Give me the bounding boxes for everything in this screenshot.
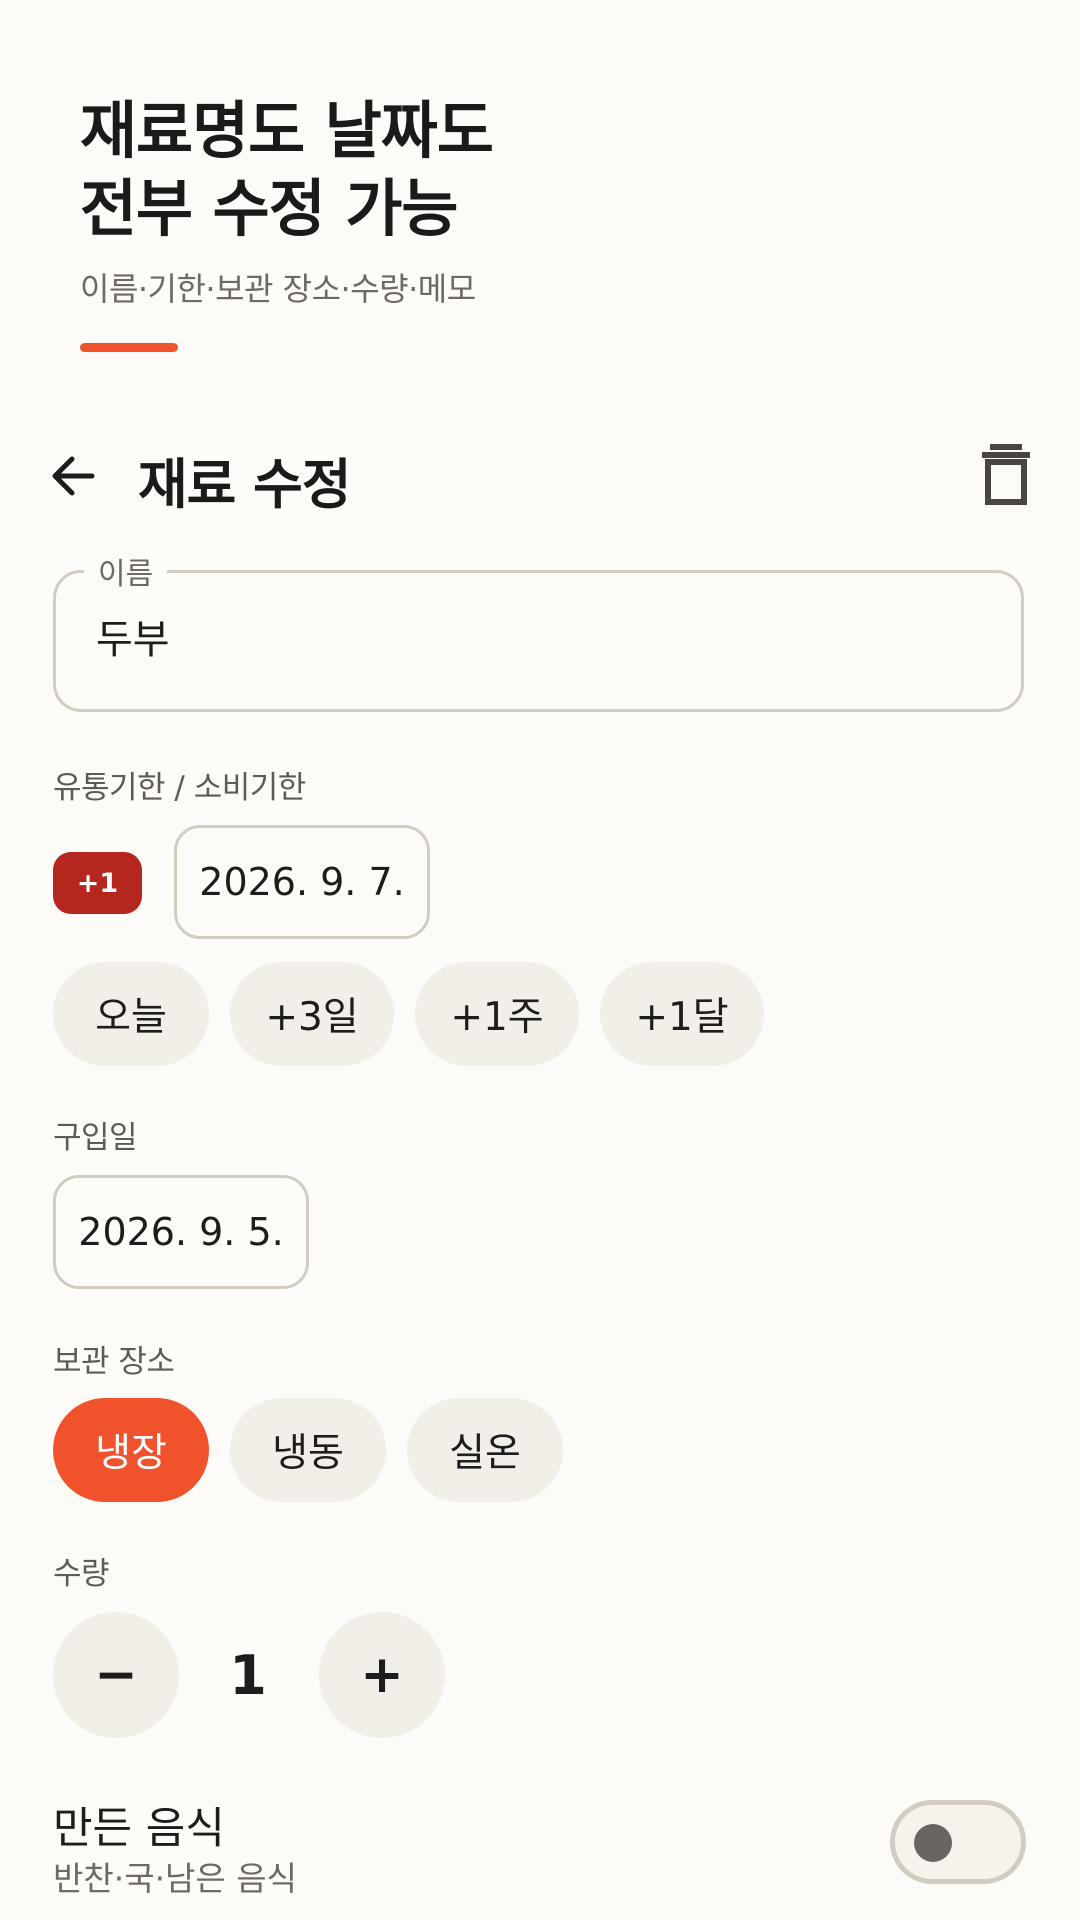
trash-icon — [982, 444, 1030, 505]
promo-title-line2: 전부 수정 가능 — [80, 172, 458, 245]
quantity-minus-button[interactable]: − — [53, 1612, 179, 1738]
name-field-label: 이름 — [84, 549, 168, 593]
name-input[interactable] — [96, 613, 976, 659]
quick-chip-1week[interactable]: +1주 — [415, 962, 579, 1066]
storage-chip-room-temp[interactable]: 실온 — [407, 1398, 563, 1502]
promo-header: 재료명도 날짜도 전부 수정 가능 이름·기한·보관 장소·수량·메모 — [80, 92, 494, 310]
dday-badge: +1 — [53, 852, 142, 914]
promo-accent-bar — [80, 343, 178, 352]
name-field: 이름 — [53, 549, 1024, 712]
app-bar: 재료 수정 — [0, 430, 1080, 520]
toggle-knob — [914, 1824, 952, 1862]
purchase-label: 구입일 — [53, 1120, 138, 1156]
storage-label: 보관 장소 — [53, 1344, 175, 1380]
page-title: 재료 수정 — [138, 453, 352, 516]
quantity-plus-button[interactable]: + — [319, 1612, 445, 1738]
homemade-title: 만든 음식 — [53, 1804, 225, 1854]
quick-chip-1month[interactable]: +1달 — [600, 962, 764, 1066]
storage-chip-freezer[interactable]: 냉동 — [230, 1398, 386, 1502]
back-button[interactable] — [44, 446, 104, 506]
arrow-left-icon — [52, 456, 95, 496]
promo-title-line1: 재료명도 날짜도 — [80, 94, 494, 167]
promo-subtitle: 이름·기한·보관 장소·수량·메모 — [80, 270, 476, 308]
delete-button[interactable] — [976, 442, 1036, 508]
quantity-label: 수량 — [53, 1556, 110, 1592]
expiry-date-button[interactable]: 2026. 9. 7. — [174, 825, 430, 939]
storage-chip-fridge[interactable]: 냉장 — [53, 1398, 209, 1502]
expiry-label: 유통기한 / 소비기한 — [53, 770, 306, 806]
purchase-date-button[interactable]: 2026. 9. 5. — [53, 1175, 309, 1289]
homemade-toggle[interactable] — [890, 1800, 1026, 1884]
quick-chip-today[interactable]: 오늘 — [53, 962, 209, 1066]
promo-title: 재료명도 날짜도 전부 수정 가능 — [80, 92, 494, 248]
quick-chip-3days[interactable]: +3일 — [230, 962, 394, 1066]
homemade-subtitle: 반찬·국·남은 음식 — [53, 1859, 297, 1898]
quantity-value: 1 — [229, 1643, 267, 1707]
